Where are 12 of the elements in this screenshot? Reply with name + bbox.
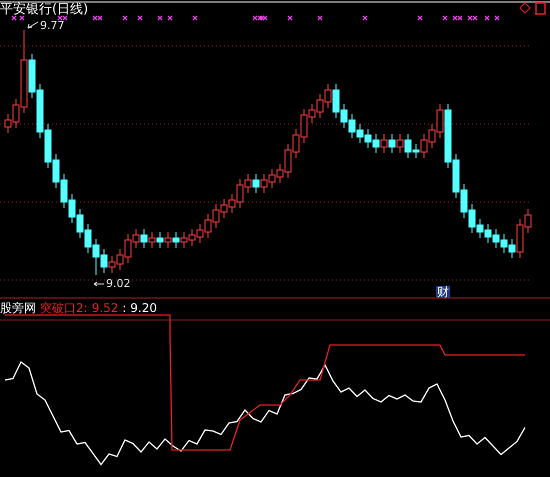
indicator-name: 股旁网 — [0, 302, 36, 314]
finance-badge: 财 — [436, 286, 450, 298]
indicator-line-label: 突破口2: — [40, 302, 88, 314]
indicator-line-value: 9.52 — [92, 302, 118, 314]
low-price-label: 9.02 — [106, 278, 130, 289]
leader-line — [28, 22, 38, 28]
leader-line — [94, 282, 104, 286]
diamond-icon — [519, 2, 531, 14]
square-icon — [535, 2, 546, 15]
chart-title: 平安银行(日线) — [0, 3, 88, 16]
indicator-second-value: : 9.20 — [122, 302, 157, 314]
high-price-label: 9.77 — [40, 20, 64, 31]
